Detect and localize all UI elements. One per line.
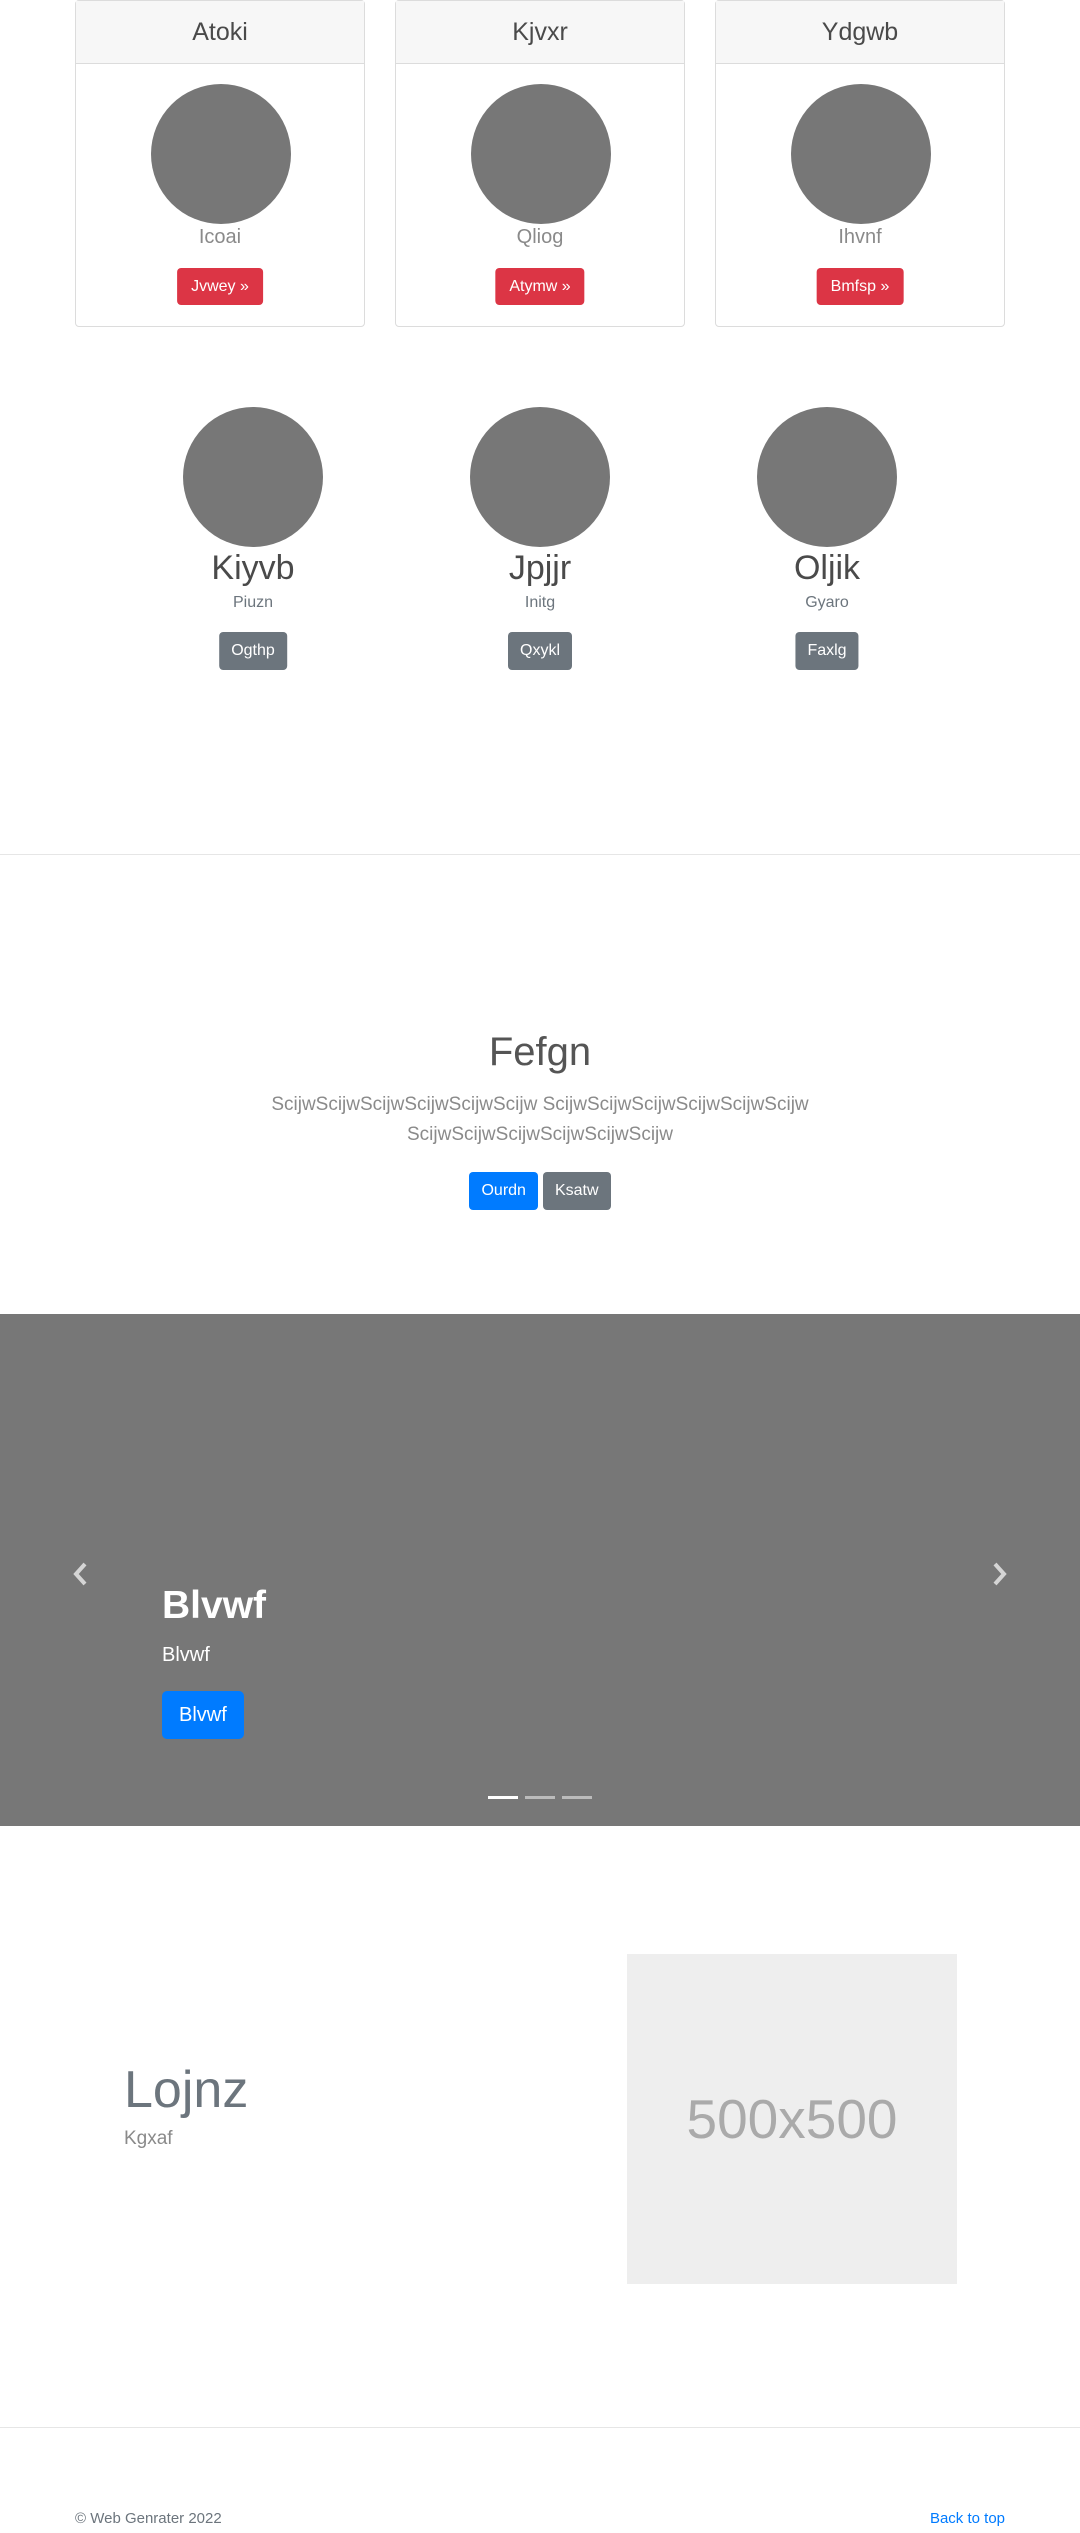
jumbotron-lead: ScijwScijwScijwScijwScijwScijw ScijwScij… <box>271 1094 809 1145</box>
person-name: Jpjjr <box>508 549 572 587</box>
carousel: Blvwf Blvwf Blvwf <box>0 1314 1080 1826</box>
card-header: Ydgwb <box>716 1 1004 64</box>
person-2: Jpjjr Initg Qxykl <box>420 407 660 672</box>
card-image <box>151 84 291 224</box>
section-divider <box>0 854 1080 855</box>
card-header: Kjvxr <box>396 1 684 64</box>
carousel-prev-button[interactable] <box>60 1554 100 1594</box>
card-1: Atoki Icoai Jvwey » <box>75 0 365 327</box>
avatar <box>183 407 323 547</box>
carousel-indicators <box>0 1796 1080 1799</box>
card-header: Atoki <box>76 1 364 64</box>
avatar <box>470 407 610 547</box>
person-name: Oljik <box>793 549 861 587</box>
feature-subtitle: Kgxaf <box>124 2128 173 2149</box>
carousel-indicator-3[interactable] <box>562 1796 592 1799</box>
carousel-caption-button[interactable]: Blvwf <box>162 1691 244 1739</box>
back-to-top-link[interactable]: Back to top <box>930 2510 1005 2527</box>
person-role: Gyaro <box>805 594 849 611</box>
person-3: Oljik Gyaro Faxlg <box>707 407 947 672</box>
footer-copyright: © Web Genrater 2022 <box>75 2510 222 2527</box>
card-button[interactable]: Atymw » <box>495 268 585 305</box>
person-button[interactable]: Qxykl <box>508 632 572 670</box>
jumbotron-title: Fefgn <box>488 1030 592 1074</box>
person-1: Kiyvb Piuzn Ogthp <box>133 407 373 672</box>
person-role: Piuzn <box>232 594 274 611</box>
person-button[interactable]: Ogthp <box>219 632 287 670</box>
chevron-right-icon <box>993 1562 1007 1586</box>
secondary-button[interactable]: Ksatw <box>542 1172 611 1210</box>
card-button[interactable]: Bmfsp » <box>816 268 904 305</box>
person-button[interactable]: Faxlg <box>795 632 859 670</box>
card-body: Qliog Atymw » <box>396 64 684 327</box>
carousel-caption-text: Blvwf <box>162 1644 210 1666</box>
card-image <box>791 84 931 224</box>
carousel-caption-title: Blvwf <box>162 1584 267 1627</box>
carousel-indicator-2[interactable] <box>525 1796 555 1799</box>
card-body: Ihvnf Bmfsp » <box>716 64 1004 327</box>
card-body: Icoai Jvwey » <box>76 64 364 327</box>
card-subtitle: Ihvnf <box>838 226 882 248</box>
feature-title: Lojnz <box>124 2061 249 2119</box>
carousel-next-button[interactable] <box>980 1554 1020 1594</box>
card-3: Ydgwb Ihvnf Bmfsp » <box>715 0 1005 327</box>
card-button[interactable]: Jvwey » <box>177 268 263 305</box>
carousel-indicator-1[interactable] <box>488 1796 518 1799</box>
person-name: Kiyvb <box>211 549 295 587</box>
card-subtitle: Icoai <box>198 226 242 248</box>
chevron-left-icon <box>73 1562 87 1586</box>
card-image <box>471 84 611 224</box>
jumbotron-buttons: Ourdn Ksatw <box>0 1172 1080 1210</box>
primary-button[interactable]: Ourdn <box>469 1172 538 1210</box>
avatar <box>757 407 897 547</box>
footer-divider <box>0 2427 1080 2428</box>
placeholder-image: 500x500 <box>627 1954 957 2284</box>
card-2: Kjvxr Qliog Atymw » <box>395 0 685 327</box>
card-subtitle: Qliog <box>516 226 564 248</box>
person-role: Initg <box>524 594 556 611</box>
